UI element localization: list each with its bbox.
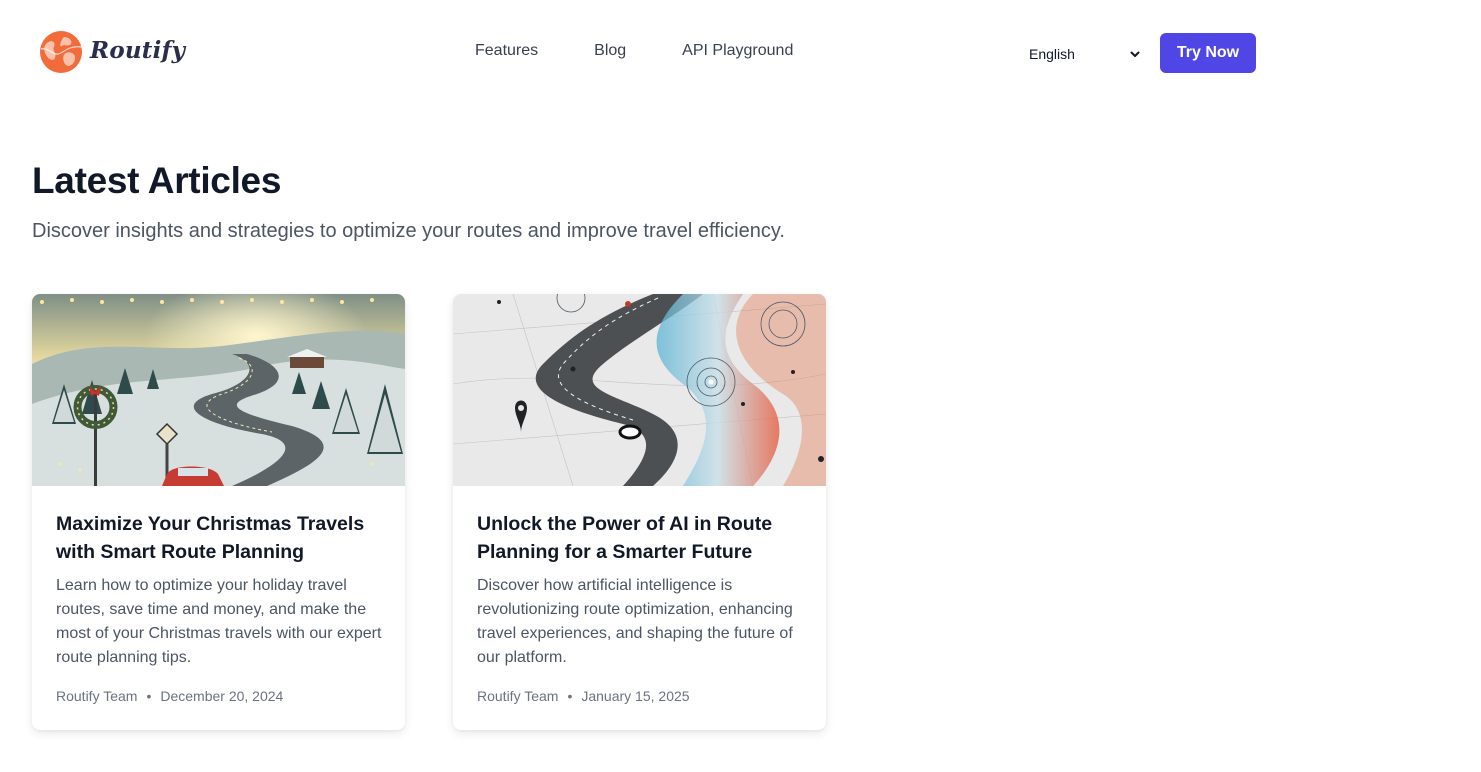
nav-features[interactable]: Features [475,42,538,60]
article-title[interactable]: Maximize Your Christmas Travels with Sma… [56,510,386,566]
article-date: December 20, 2024 [160,688,284,704]
article-description: Learn how to optimize your holiday trave… [56,577,382,666]
article-meta: Routify Team • December 20, 2024 [56,688,283,704]
language-select[interactable]: English [1029,44,1141,64]
article-card-body: Maximize Your Christmas Travels with Sma… [56,510,386,670]
page-title: Latest Articles [32,160,282,201]
article-card[interactable]: Maximize Your Christmas Travels with Sma… [32,294,405,730]
article-meta: Routify Team • January 15, 2025 [477,688,690,704]
article-title[interactable]: Unlock the Power of AI in Route Planning… [477,510,807,566]
article-card[interactable]: Unlock the Power of AI in Route Planning… [453,294,826,730]
try-now-button[interactable]: Try Now [1160,33,1256,73]
main-nav: Features Blog API Playground [475,42,793,60]
article-author: Routify Team [477,688,559,704]
meta-separator-dot: • [146,688,152,704]
article-author: Routify Team [56,688,138,704]
article-image-ai-route [453,294,826,486]
brand-name: Routify [90,36,186,64]
article-image-winter-road [32,294,405,486]
meta-separator-dot: • [567,688,573,704]
article-card-body: Unlock the Power of AI in Route Planning… [477,510,807,670]
nav-api-playground[interactable]: API Playground [682,42,793,60]
site-header: Routify Features Blog API Playground Eng… [0,0,1481,106]
article-date: January 15, 2025 [581,688,690,704]
nav-blog[interactable]: Blog [594,42,626,60]
logo-link[interactable]: Routify [38,29,185,75]
globe-icon [40,31,83,73]
page-subtitle: Discover insights and strategies to opti… [32,220,785,242]
article-description: Discover how artificial intelligence is … [477,577,793,666]
chevron-down-icon [1130,51,1140,57]
language-select-value: English [1029,46,1075,62]
